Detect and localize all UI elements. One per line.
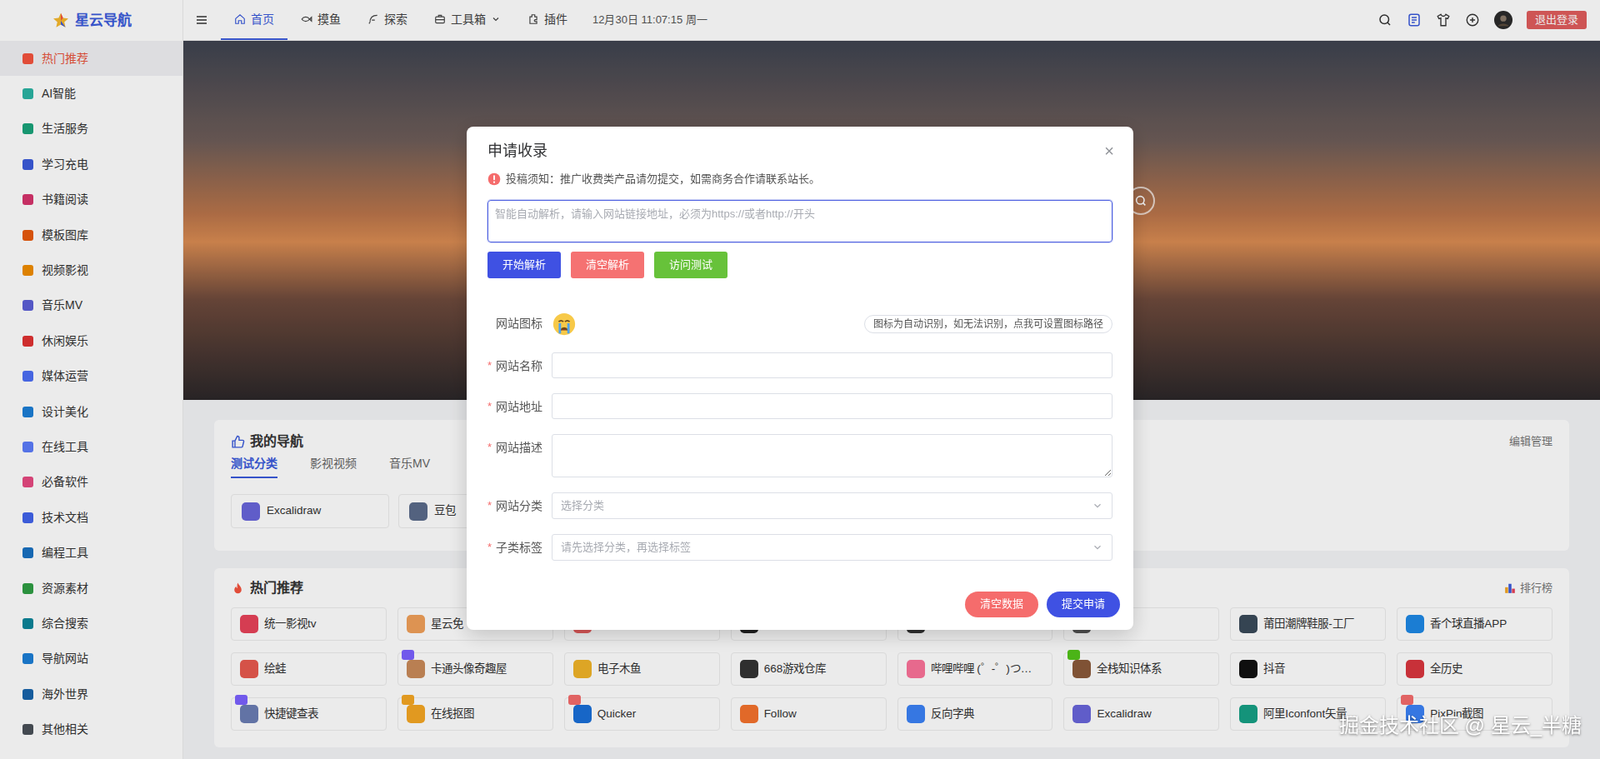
url-input[interactable]: [487, 200, 1113, 243]
dialog-title: 申请收录: [487, 140, 548, 163]
dialog-footer: 清空数据提交申请: [487, 591, 1120, 618]
icon-label: 网站图标: [495, 315, 543, 333]
description-input[interactable]: [551, 434, 1113, 478]
required-mark: *: [487, 398, 496, 415]
field-label: *网站名称: [487, 352, 552, 375]
required-mark: *: [487, 539, 496, 556]
field-label-text: 网站名称: [495, 357, 543, 375]
form-row: *网站名称: [487, 352, 1113, 379]
watermark: 掘金技术社区 @ 星云_半糖: [1339, 710, 1582, 741]
text-input[interactable]: [551, 352, 1113, 379]
field-label-text: 网站描述: [495, 439, 543, 457]
select-placeholder: 请先选择分类，再选择标签: [560, 539, 691, 556]
required-mark: *: [487, 357, 496, 375]
form-row: *子类标签请先选择分类，再选择标签: [487, 534, 1113, 561]
select-field[interactable]: 请先选择分类，再选择标签: [551, 534, 1113, 561]
chevron-down-icon: [1091, 541, 1104, 554]
footer-button[interactable]: 清空数据: [965, 591, 1039, 618]
action-button[interactable]: 开始解析: [487, 251, 561, 279]
notice: 投稿须知：推广收费类产品请勿提交，如需商务合作请联系站长。: [487, 170, 1113, 188]
field-label: *网站分类: [487, 492, 552, 515]
field-label: 网站图标: [487, 315, 552, 333]
form-fields: *网站名称*网站地址*网站描述*网站分类选择分类*子类标签请先选择分类，再选择标…: [487, 352, 1113, 561]
close-button[interactable]: ×: [1104, 142, 1115, 160]
notice-text: 投稿须知：推广收费类产品请勿提交，如需商务合作请联系站长。: [505, 170, 820, 188]
apply-dialog: 申请收录 × 投稿须知：推广收费类产品请勿提交，如需商务合作请联系站长。 开始解…: [466, 126, 1134, 630]
chevron-down-icon: [1091, 500, 1104, 512]
footer-button[interactable]: 提交申请: [1046, 591, 1120, 618]
field-label-text: 网站地址: [495, 398, 543, 416]
parse-actions: 开始解析清空解析访问测试: [487, 251, 1113, 279]
action-button[interactable]: 访问测试: [654, 251, 728, 279]
action-button[interactable]: 清空解析: [570, 251, 645, 279]
icon-row: 网站图标 图标为自动识别，如无法识别，点我可设置图标路径: [487, 311, 1113, 337]
dialog-header: 申请收录 ×: [487, 141, 1113, 160]
required-mark: *: [487, 497, 496, 515]
field-label-text: 子类标签: [495, 539, 543, 557]
info-icon: [487, 172, 501, 186]
icon-hint-button[interactable]: 图标为自动识别，如无法识别，点我可设置图标路径: [864, 315, 1113, 334]
form-row: *网站描述: [487, 434, 1113, 478]
field-label: *网站描述: [487, 434, 552, 457]
form-row: *网站分类选择分类: [487, 492, 1113, 520]
select-field[interactable]: 选择分类: [551, 492, 1113, 520]
form-row: *网站地址: [487, 393, 1113, 420]
select-placeholder: 选择分类: [560, 497, 605, 515]
field-label-text: 网站分类: [495, 497, 543, 515]
required-mark: *: [487, 439, 496, 456]
crying-face-icon[interactable]: [551, 311, 577, 337]
text-input[interactable]: [551, 393, 1113, 420]
field-label: *网站地址: [487, 393, 552, 416]
field-label: *子类标签: [487, 534, 552, 557]
